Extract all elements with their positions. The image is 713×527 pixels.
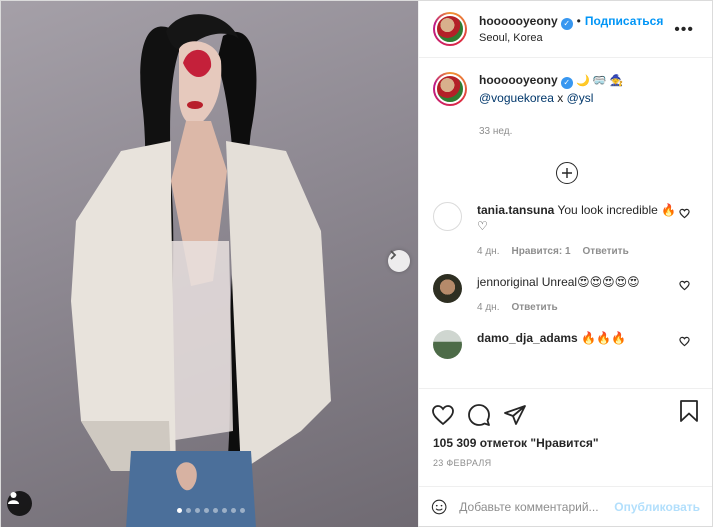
carousel-dot [222, 508, 227, 513]
caption-separator: x [553, 91, 567, 105]
chevron-right-icon [390, 250, 397, 260]
commenter-username[interactable]: damo_dja_adams [477, 331, 578, 345]
follow-button[interactable]: Подписаться [585, 14, 663, 28]
header-separator: • [576, 13, 581, 28]
add-comment-bar: Опубликовать [419, 486, 712, 526]
comment-text: 🔥🔥🔥 [581, 331, 626, 345]
like-heart-icon[interactable] [431, 403, 455, 427]
author-avatar[interactable] [433, 12, 467, 46]
carousel-dot [240, 508, 245, 513]
verified-badge-icon: ✓ [560, 17, 573, 30]
emoji-smiley-icon[interactable] [431, 496, 447, 518]
carousel-dot [204, 508, 209, 513]
comment-bubble-icon[interactable] [467, 403, 491, 427]
comment-item: jennoriginal Unreal😍😍😍😍😍 4 дн. Ответить [433, 274, 700, 316]
mention-ysl[interactable]: @ysl [567, 91, 594, 105]
caption-emojis: 🌙 🥽 🧙 [576, 75, 624, 87]
publish-button[interactable]: Опубликовать [614, 500, 700, 514]
like-comment-heart-icon[interactable] [679, 280, 690, 291]
carousel-dot [177, 508, 182, 513]
commenter-avatar[interactable] [433, 330, 462, 359]
post-header: hoooooyeony ✓ • Подписаться Seoul, Korea ••… [419, 1, 712, 58]
author-username[interactable]: hoooooyeony [479, 14, 558, 28]
post-side-panel: hoooooyeony ✓ • Подписаться Seoul, Korea ••… [418, 1, 712, 526]
carousel-dot [231, 508, 236, 513]
commenter-avatar[interactable] [433, 202, 462, 231]
commenter-username[interactable]: jennoriginal [477, 275, 538, 289]
comment-item: damo_dja_adams 🔥🔥🔥 [433, 330, 700, 359]
photo-illustration [71, 14, 331, 527]
load-more-comments-button[interactable] [555, 162, 578, 184]
caption-username[interactable]: hoooooyeony [479, 73, 558, 87]
commenter-avatar[interactable] [433, 274, 462, 303]
comment-time[interactable]: 4 дн. [477, 244, 499, 260]
save-bookmark-icon[interactable] [678, 399, 700, 423]
caption-time[interactable]: 33 нед. [479, 123, 623, 140]
caption-avatar[interactable] [433, 72, 467, 106]
share-send-icon[interactable] [503, 403, 527, 427]
comment-item: tania.tansuna You look incredible 🔥 ♡ 4 … [433, 202, 700, 260]
post-actions [419, 388, 712, 432]
comment-time[interactable]: 4 дн. [477, 300, 499, 316]
carousel-dot [213, 508, 218, 513]
post-date[interactable]: 23 ФЕВРАЛЯ [419, 450, 712, 468]
carousel-dot [195, 508, 200, 513]
reply-button[interactable]: Ответить [511, 300, 557, 316]
carousel-dot [186, 508, 191, 513]
comments-section[interactable]: hoooooyeony ✓ 🌙 🥽 🧙 @voguekorea x @ysl 33… [419, 58, 712, 388]
post-caption: hoooooyeony ✓ 🌙 🥽 🧙 @voguekorea x @ysl 33… [433, 72, 700, 140]
reply-button[interactable]: Ответить [583, 244, 629, 260]
user-icon [8, 492, 19, 504]
commenter-username[interactable]: tania.tansuna [477, 203, 554, 217]
comment-likes[interactable]: Нравится: 1 [511, 244, 570, 260]
like-comment-heart-icon[interactable] [679, 336, 690, 347]
tagged-users-button[interactable] [7, 491, 32, 516]
next-slide-button[interactable] [388, 250, 410, 272]
carousel-indicator [177, 508, 245, 513]
plus-icon [561, 168, 572, 178]
post-photo[interactable] [1, 1, 418, 527]
like-comment-heart-icon[interactable] [679, 208, 690, 219]
comment-input[interactable] [459, 499, 615, 514]
verified-badge-icon: ✓ [560, 77, 573, 89]
mention-voguekorea[interactable]: @voguekorea [479, 91, 554, 105]
more-options-icon[interactable]: ••• [674, 21, 694, 39]
post-location[interactable]: Seoul, Korea [479, 30, 663, 46]
instagram-post: hoooooyeony ✓ • Подписаться Seoul, Korea ••… [0, 0, 713, 527]
likes-count[interactable]: 105 309 отметок "Нравится" [419, 432, 712, 450]
comment-text: Unreal😍😍😍😍😍 [541, 275, 640, 289]
